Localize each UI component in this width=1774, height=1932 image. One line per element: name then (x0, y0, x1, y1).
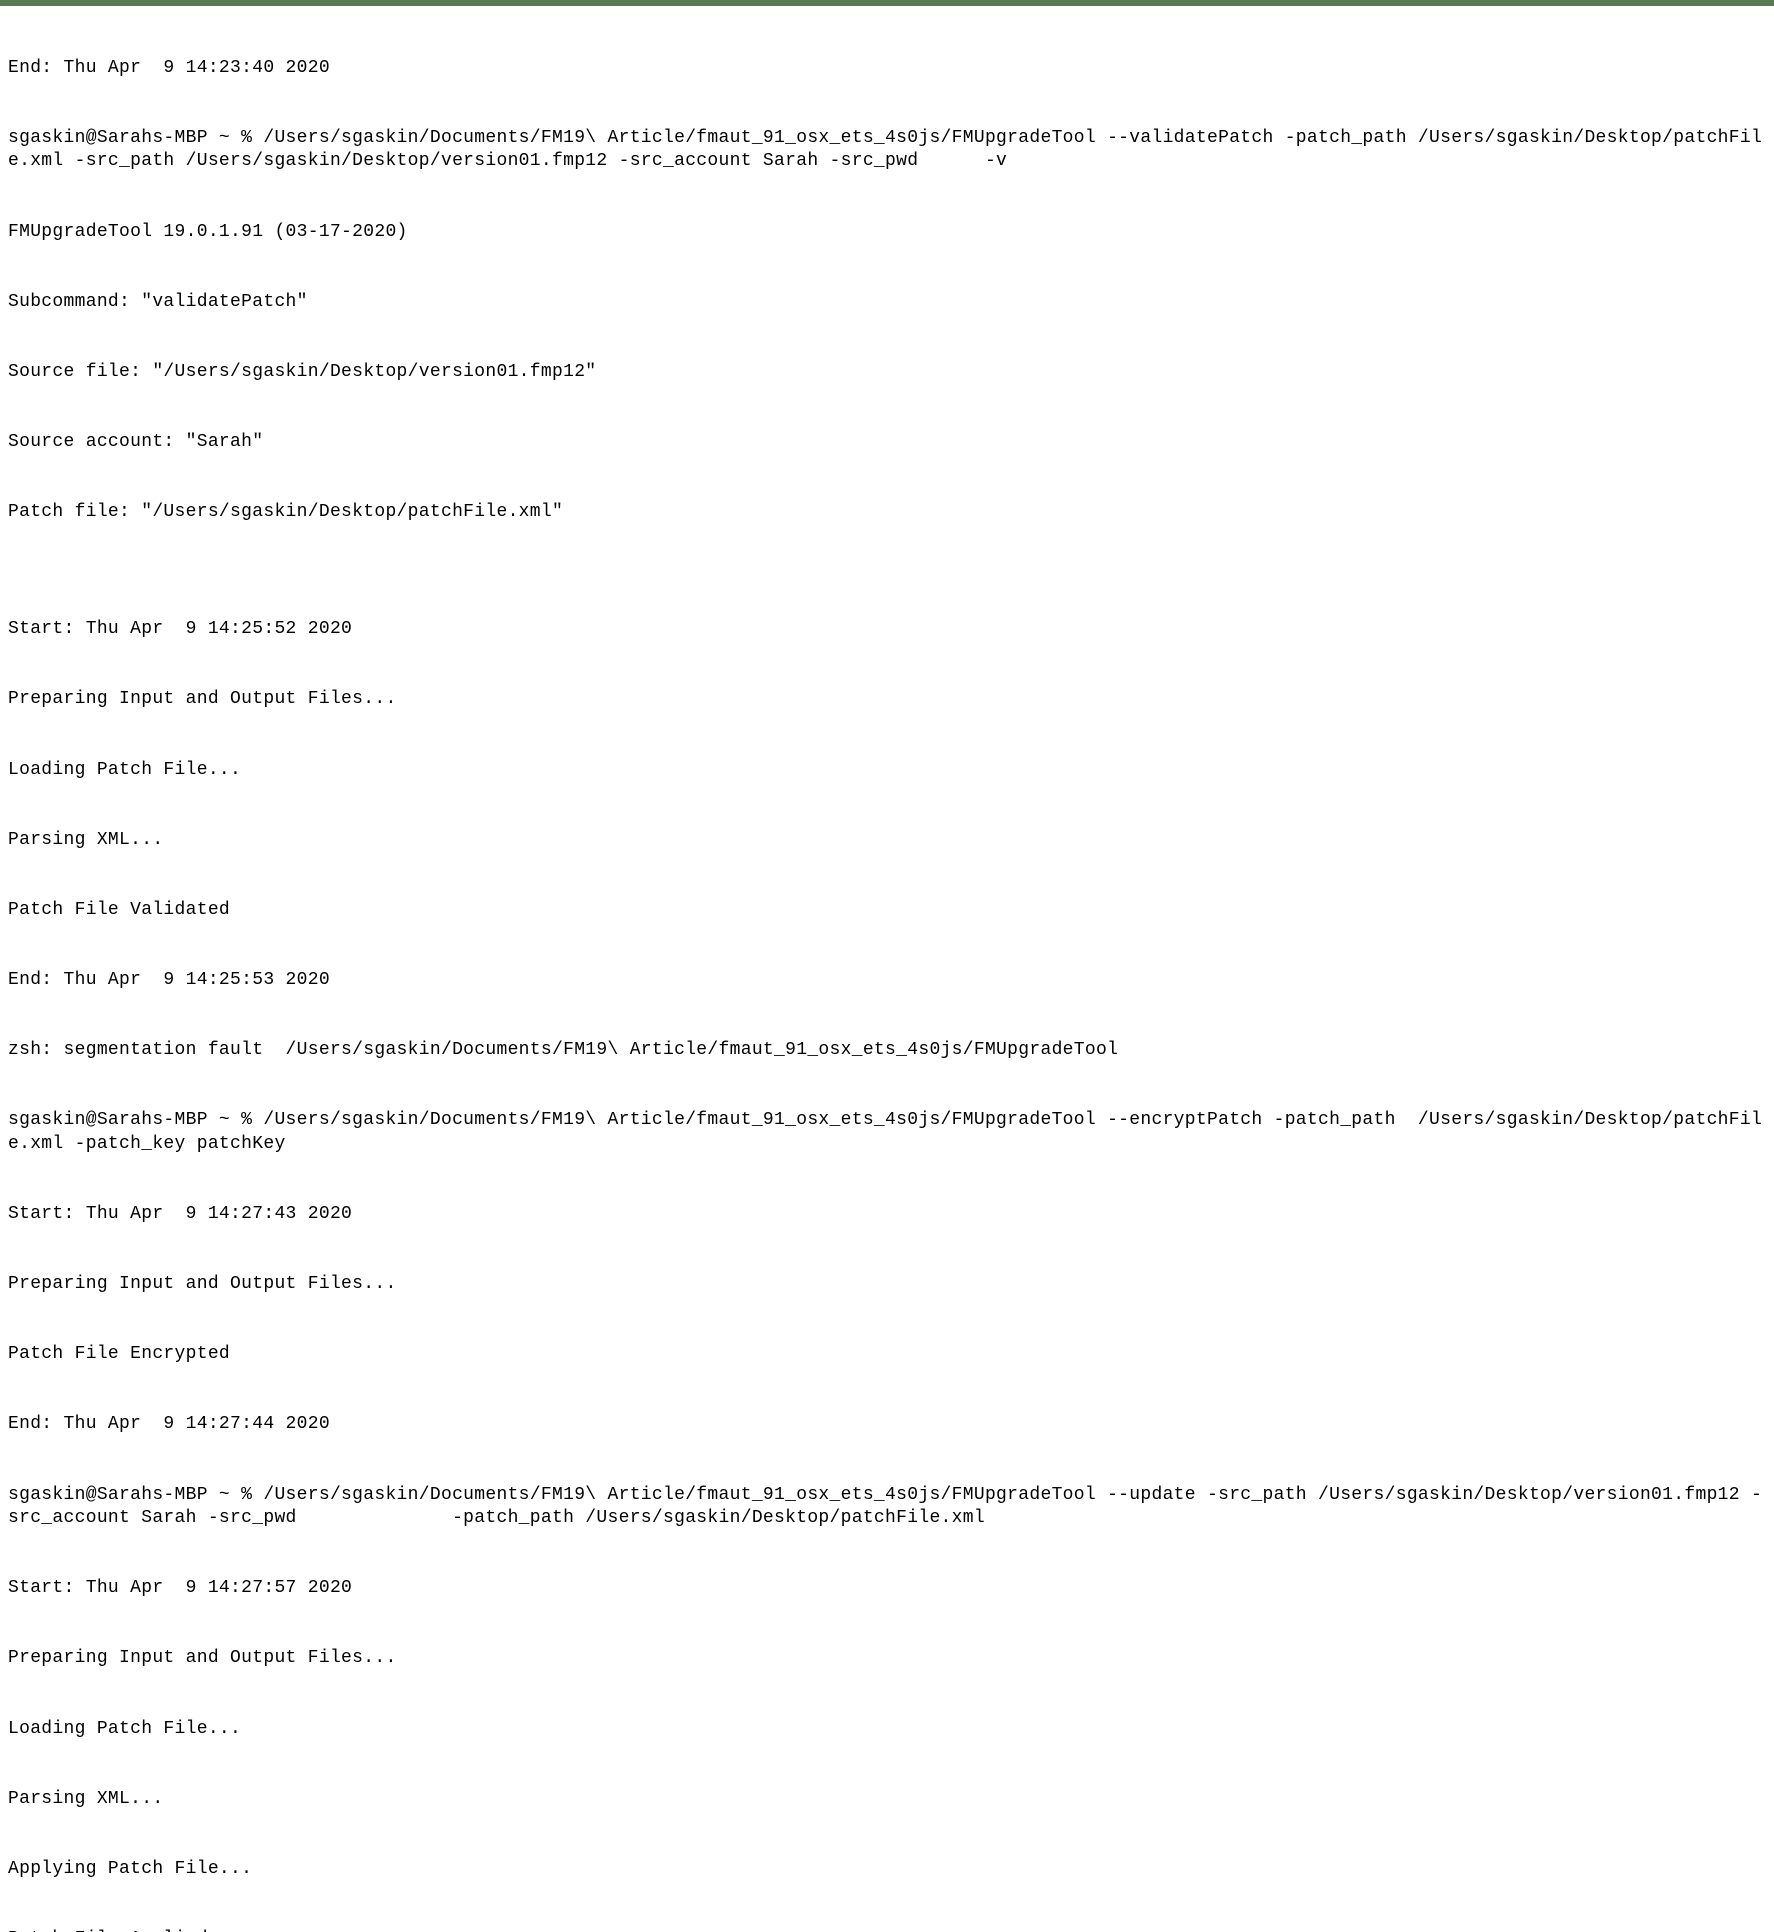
terminal-output[interactable]: End: Thu Apr 9 14:23:40 2020 sgaskin@Sar… (0, 6, 1774, 1932)
terminal-line: Preparing Input and Output Files... (8, 688, 1766, 711)
terminal-line: Start: Thu Apr 9 14:27:57 2020 (8, 1577, 1766, 1600)
terminal-line: sgaskin@Sarahs-MBP ~ % /Users/sgaskin/Do… (8, 1109, 1766, 1156)
terminal-line: Subcommand: "validatePatch" (8, 291, 1766, 314)
terminal-line: sgaskin@Sarahs-MBP ~ % /Users/sgaskin/Do… (8, 127, 1766, 174)
terminal-line: End: Thu Apr 9 14:27:44 2020 (8, 1413, 1766, 1436)
terminal-line: Start: Thu Apr 9 14:27:43 2020 (8, 1203, 1766, 1226)
terminal-line: End: Thu Apr 9 14:25:53 2020 (8, 969, 1766, 992)
terminal-line: Source account: "Sarah" (8, 431, 1766, 454)
terminal-line: Loading Patch File... (8, 1718, 1766, 1741)
terminal-line: Patch File Applied (8, 1928, 1766, 1932)
terminal-line: FMUpgradeTool 19.0.1.91 (03-17-2020) (8, 221, 1766, 244)
terminal-line: Applying Patch File... (8, 1858, 1766, 1881)
terminal-line: Start: Thu Apr 9 14:25:52 2020 (8, 618, 1766, 641)
terminal-line: Patch file: "/Users/sgaskin/Desktop/patc… (8, 501, 1766, 524)
terminal-line: Preparing Input and Output Files... (8, 1647, 1766, 1670)
terminal-line: Parsing XML... (8, 829, 1766, 852)
terminal-line: sgaskin@Sarahs-MBP ~ % /Users/sgaskin/Do… (8, 1484, 1766, 1531)
terminal-line: Parsing XML... (8, 1788, 1766, 1811)
terminal-line: zsh: segmentation fault /Users/sgaskin/D… (8, 1039, 1766, 1062)
terminal-line: End: Thu Apr 9 14:23:40 2020 (8, 57, 1766, 80)
terminal-line: Loading Patch File... (8, 759, 1766, 782)
terminal-line: Preparing Input and Output Files... (8, 1273, 1766, 1296)
terminal-line: Source file: "/Users/sgaskin/Desktop/ver… (8, 361, 1766, 384)
terminal-line: Patch File Validated (8, 899, 1766, 922)
terminal-line: Patch File Encrypted (8, 1343, 1766, 1366)
